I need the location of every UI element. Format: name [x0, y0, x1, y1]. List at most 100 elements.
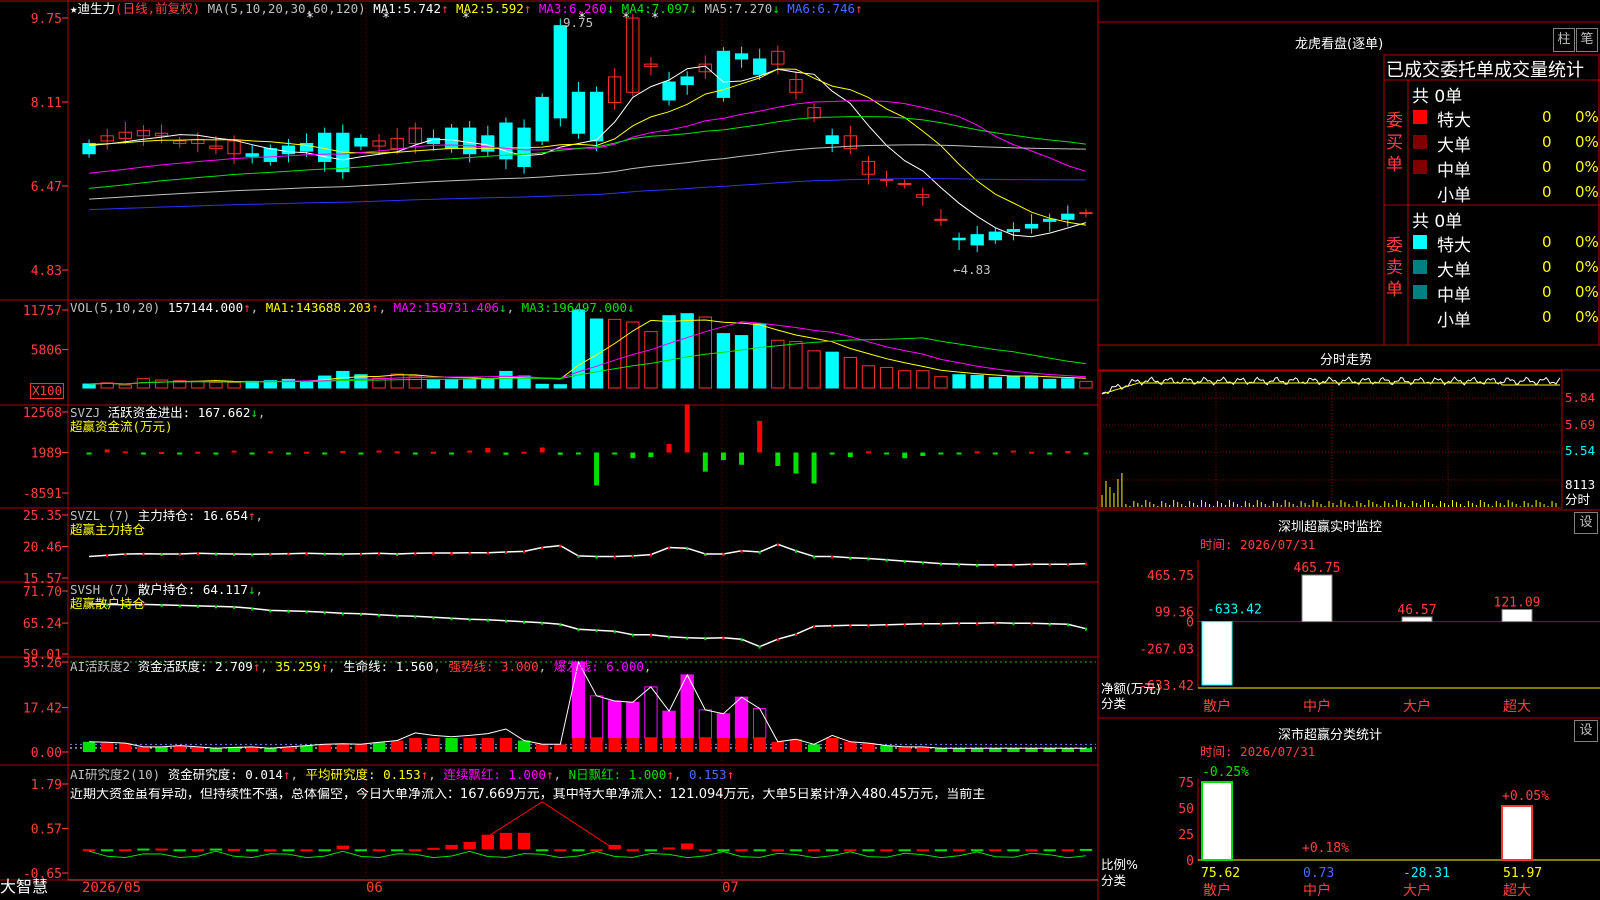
research-bar [952, 849, 966, 852]
research-bar [626, 849, 639, 852]
volume-bar [1079, 380, 1093, 389]
volume-bar [934, 376, 948, 389]
ai-yjd-red: 1.000 [508, 767, 547, 782]
research-bar [481, 834, 494, 850]
candle-body [571, 91, 586, 134]
volume-bar [807, 350, 821, 389]
activity-base-bar [427, 737, 440, 752]
fund-flow-bar [340, 450, 346, 453]
svsh-tick [1012, 622, 1015, 626]
sz-class-xlabel: 分类 [1101, 873, 1127, 888]
fund-flow-bar [702, 452, 708, 472]
volume-bar [898, 370, 912, 389]
price-axis-tick: 6.47 [31, 180, 62, 195]
fund-flow-bar [304, 451, 310, 454]
ma4-line [89, 116, 1086, 189]
class-value-1: 0.73 [1303, 866, 1334, 881]
fund-flow-bar [920, 452, 926, 456]
lhb-bar-button[interactable]: 柱 [1553, 28, 1575, 52]
sell-row-name: 大单 [1437, 261, 1471, 281]
svzl-tick [867, 557, 870, 561]
fund-flow-bar [140, 452, 146, 455]
vol-axis-tick: 11757 [23, 304, 62, 319]
volume-bar [1024, 375, 1039, 389]
svzl-tick [432, 552, 435, 556]
activity-base-bar [264, 748, 277, 752]
candle-body [281, 145, 296, 155]
svsh-tick [776, 638, 779, 642]
volume-bar [589, 318, 604, 389]
svzl-tick [1030, 563, 1033, 567]
volume-bar [535, 383, 549, 389]
svzl-tick [631, 554, 634, 558]
chart-canvas[interactable]: 9.758.116.474.83* * * * * *117575806125681989… [0, 0, 1600, 900]
svsh-tick [704, 637, 707, 641]
activity-base-bar [717, 737, 730, 752]
volume-bar [952, 374, 966, 389]
sell-row-swatch [1413, 260, 1427, 274]
candle-body [1024, 223, 1039, 229]
ma1-label: MA1: [373, 1, 404, 16]
volume-bar [481, 378, 495, 389]
ai-hyd-burst-label: 爆发线: [553, 659, 599, 674]
research-bar [717, 849, 730, 852]
svsh-tick [649, 633, 652, 637]
svzj-header: SVZJ 活跃资金进出: 167.662↓, [70, 405, 266, 420]
monitor-axis-tick: -267.03 [1139, 642, 1194, 657]
ma3-label: MA3: [538, 1, 569, 16]
monitor-axis-tick: 465.75 [1147, 569, 1194, 584]
class-value-0: 75.62 [1201, 866, 1240, 881]
svsh-tick [831, 624, 834, 628]
buy-row-swatch [1413, 135, 1427, 149]
price-axis-tick: 4.83 [31, 264, 62, 279]
candle-body [970, 234, 984, 246]
lhb-tick-button[interactable]: 笔 [1576, 28, 1598, 52]
svzl-tick [649, 553, 652, 557]
fund-flow-bar [449, 452, 455, 455]
svsh-tick [794, 633, 797, 637]
svsh-title: SVSH (7) [70, 582, 131, 597]
ma1-arrow: ↑ [440, 1, 449, 16]
volume-bar [118, 384, 132, 389]
fund-flow-bar [358, 452, 364, 455]
intraday-vol-label: 分时 [1565, 492, 1591, 507]
svzl-tick [613, 555, 616, 559]
volume-bar [82, 383, 96, 389]
intraday-avg-line [1101, 382, 1560, 395]
svsh-tick [450, 617, 453, 621]
sz-class-settings-button[interactable]: 设 [1574, 720, 1598, 742]
monitor-bar-3 [1501, 608, 1533, 623]
intraday-title: 分时走势 [1320, 353, 1373, 368]
volume-bar [716, 333, 731, 389]
svzl-tick [541, 546, 544, 550]
buy-row-name: 小单 [1437, 186, 1471, 206]
ai-hyd-arrow: ↑ [252, 659, 261, 674]
fund-flow-bar [739, 452, 745, 465]
volume-bar [191, 380, 205, 389]
vol-ma-line [89, 319, 1086, 385]
svzl-tick [323, 552, 326, 556]
activity-base-bar [354, 744, 368, 752]
ai-yjd-header: AI研究度2(10) 资金研究度: 0.014↑, 平均研究度: 0.153↑,… [70, 767, 735, 782]
fund-flow-bar [775, 452, 781, 466]
svzl-tick [722, 552, 725, 556]
sz-monitor-settings-button[interactable]: 设 [1574, 512, 1598, 534]
ma5-value: 7.270 [734, 1, 773, 16]
activity-base-bar [681, 737, 694, 752]
activity-base-bar [409, 737, 422, 752]
activity-base-bar [227, 747, 241, 752]
svzl-line [89, 543, 1086, 566]
activity-base-bar [155, 746, 168, 752]
fund-flow-bar [1010, 450, 1016, 453]
svsh-arrow: ↓ [247, 582, 256, 597]
research-bar [391, 849, 404, 852]
svsh-tick [414, 615, 417, 619]
candle-body [263, 148, 277, 162]
vol-ma-line [89, 321, 1086, 385]
svzl-tick [341, 552, 344, 556]
fund-flow-bar [666, 444, 672, 453]
brand-label: 大智慧 [0, 877, 49, 896]
research-bar [554, 849, 567, 852]
svsh-tick [668, 635, 671, 639]
volume-bar [789, 341, 803, 389]
